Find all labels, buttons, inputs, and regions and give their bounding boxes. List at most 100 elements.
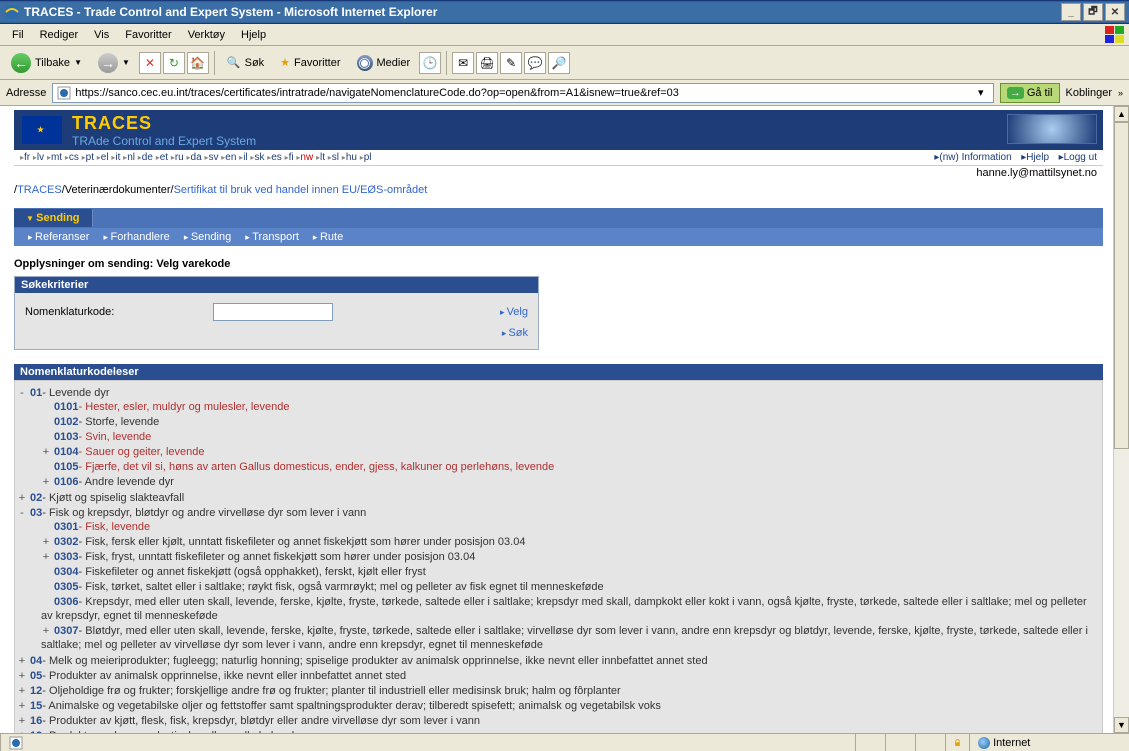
tree-node-05[interactable]: + 05- Produkter av animalsk opprinnelse,…	[17, 668, 1100, 683]
tree-node-0305[interactable]: 0305- Fisk, tørket, saltet eller i saltl…	[41, 580, 1100, 595]
lang-lv[interactable]: lv	[37, 152, 44, 163]
lang-nw[interactable]: nw	[300, 152, 313, 163]
search-action[interactable]: Søk	[500, 327, 528, 339]
tree-node-0104[interactable]: + 0104- Sauer og geiter, levende	[41, 445, 1100, 460]
breadcrumb-l2[interactable]: Sertifikat til bruk ved handel innen EU/…	[174, 184, 428, 196]
tree-node-0307[interactable]: + 0307- Bløtdyr, med eller uten skall, l…	[41, 624, 1100, 653]
tree-node-03[interactable]: - 03- Fisk og krepsdyr, bløtdyr og andre…	[17, 505, 1100, 653]
expand-icon[interactable]: +	[17, 491, 27, 505]
expand-icon[interactable]: +	[17, 669, 27, 683]
tree-node-12[interactable]: + 12- Oljeholdige frø og frukter; forskj…	[17, 683, 1100, 698]
mail-button[interactable]: ✉	[452, 52, 474, 74]
lang-da[interactable]: da	[191, 152, 202, 163]
menu-file[interactable]: Fil	[4, 27, 32, 43]
restore-button[interactable]: 🗗	[1083, 3, 1103, 21]
lang-pt[interactable]: pt	[86, 152, 94, 163]
lang-pl[interactable]: pl	[364, 152, 372, 163]
menu-favorites[interactable]: Favoritter	[117, 27, 179, 43]
chevron-down-icon[interactable]: ▾	[973, 86, 989, 99]
edit-button[interactable]: ✎	[500, 52, 522, 74]
lang-cs[interactable]: cs	[69, 152, 79, 163]
minimize-button[interactable]: _	[1061, 3, 1081, 21]
lang-mt[interactable]: mt	[51, 152, 62, 163]
media-button[interactable]: ◉Medier	[350, 50, 418, 76]
select-action[interactable]: Velg	[500, 306, 528, 318]
url-field[interactable]: https://sanco.cec.eu.int/traces/certific…	[52, 83, 993, 103]
go-button[interactable]: → Gå til	[1000, 83, 1060, 103]
menu-help[interactable]: Hjelp	[233, 27, 274, 43]
subtab-transport[interactable]: Transport	[245, 231, 299, 243]
tree-node-16[interactable]: + 16- Produkter av kjøtt, flesk, fisk, k…	[17, 713, 1100, 728]
expand-icon[interactable]: +	[41, 550, 51, 564]
tree-node-0304[interactable]: 0304- Fiskefileter og annet fiskekjøtt (…	[41, 565, 1100, 580]
subtab-referanser[interactable]: Referanser	[28, 231, 89, 243]
expand-icon[interactable]: +	[41, 624, 51, 638]
subtab-forhandlere[interactable]: Forhandlere	[103, 231, 169, 243]
lang-sl[interactable]: sl	[332, 152, 339, 163]
print-button[interactable]: 🖨	[476, 52, 498, 74]
tree-node-0102[interactable]: 0102- Storfe, levende	[41, 415, 1100, 430]
tab-sending[interactable]: Sending	[14, 209, 93, 227]
tree-node-0105[interactable]: 0105- Fjærfe, det vil si, høns av arten …	[41, 460, 1100, 475]
research-button[interactable]: 🔎	[548, 52, 570, 74]
stop-button[interactable]: ✕	[139, 52, 161, 74]
expand-icon[interactable]: +	[41, 475, 51, 489]
subtab-rute[interactable]: Rute	[313, 231, 343, 243]
discuss-button[interactable]: 💬	[524, 52, 546, 74]
expand-icon[interactable]: +	[41, 445, 51, 459]
expand-icon[interactable]: +	[17, 699, 27, 713]
info-link[interactable]: ▸(nw) Information	[934, 152, 1011, 163]
menu-view[interactable]: Vis	[86, 27, 117, 43]
lang-nl[interactable]: nl	[127, 152, 135, 163]
scroll-up-icon[interactable]: ▲	[1114, 106, 1129, 122]
lang-hu[interactable]: hu	[346, 152, 357, 163]
lang-lt[interactable]: lt	[320, 152, 325, 163]
tree-node-0306[interactable]: 0306- Krepsdyr, med eller uten skall, le…	[41, 595, 1100, 624]
menu-edit[interactable]: Rediger	[32, 27, 87, 43]
help-link[interactable]: ▸Hjelp	[1021, 152, 1049, 163]
vertical-scrollbar[interactable]: ▲ ▼	[1113, 106, 1129, 733]
scrollbar-track[interactable]	[1114, 122, 1129, 717]
nomenclature-code-input[interactable]	[213, 303, 333, 321]
search-button[interactable]: 🔍Søk	[220, 50, 271, 76]
links-label[interactable]: Koblinger	[1066, 87, 1112, 99]
forward-button[interactable]: → ▼	[91, 50, 137, 76]
logout-link[interactable]: ▸Logg ut	[1059, 152, 1097, 163]
tree-node-0301[interactable]: 0301- Fisk, levende	[41, 520, 1100, 535]
lang-el[interactable]: el	[101, 152, 109, 163]
expand-icon[interactable]: +	[41, 535, 51, 549]
favorites-button[interactable]: ★Favoritter	[273, 50, 347, 76]
lang-sv[interactable]: sv	[208, 152, 218, 163]
scrollbar-thumb[interactable]	[1114, 122, 1129, 449]
lang-et[interactable]: et	[160, 152, 168, 163]
tree-node-0303[interactable]: + 0303- Fisk, fryst, unntatt fiskefilete…	[41, 550, 1100, 565]
tree-node-0302[interactable]: + 0302- Fisk, fersk eller kjølt, unntatt…	[41, 535, 1100, 550]
tree-node-04[interactable]: + 04- Melk og meieriprodukter; fugleegg;…	[17, 653, 1100, 668]
tree-node-0103[interactable]: 0103- Svin, levende	[41, 430, 1100, 445]
close-button[interactable]: ✕	[1105, 3, 1125, 21]
menu-tools[interactable]: Verktøy	[180, 27, 233, 43]
lang-fr[interactable]: fr	[24, 152, 30, 163]
lang-it[interactable]: it	[115, 152, 120, 163]
tree-node-0101[interactable]: 0101- Hester, esler, muldyr og mulesler,…	[41, 400, 1100, 415]
lang-en[interactable]: en	[225, 152, 236, 163]
breadcrumb-root[interactable]: TRACES	[17, 184, 62, 196]
tree-node-01[interactable]: - 01- Levende dyr 0101- Hester, esler, m…	[17, 385, 1100, 490]
tree-node-0106[interactable]: + 0106- Andre levende dyr	[41, 475, 1100, 490]
tree-node-02[interactable]: + 02- Kjøtt og spiselig slakteavfall	[17, 490, 1100, 505]
lang-fi[interactable]: fi	[289, 152, 294, 163]
tree-node-15[interactable]: + 15- Animalske og vegetabilske oljer og…	[17, 698, 1100, 713]
history-button[interactable]: 🕒	[419, 52, 441, 74]
back-button[interactable]: ← Tilbake ▼	[4, 50, 89, 76]
expand-icon[interactable]: +	[17, 684, 27, 698]
scroll-down-icon[interactable]: ▼	[1114, 717, 1129, 733]
lang-es[interactable]: es	[271, 152, 282, 163]
lang-sk[interactable]: sk	[254, 152, 264, 163]
lang-il[interactable]: il	[243, 152, 247, 163]
home-button[interactable]: 🏠	[187, 52, 209, 74]
refresh-button[interactable]: ↻	[163, 52, 185, 74]
subtab-sending[interactable]: Sending	[184, 231, 231, 243]
lang-ru[interactable]: ru	[175, 152, 184, 163]
expand-icon[interactable]: +	[17, 714, 27, 728]
expand-icon[interactable]: +	[17, 654, 27, 668]
